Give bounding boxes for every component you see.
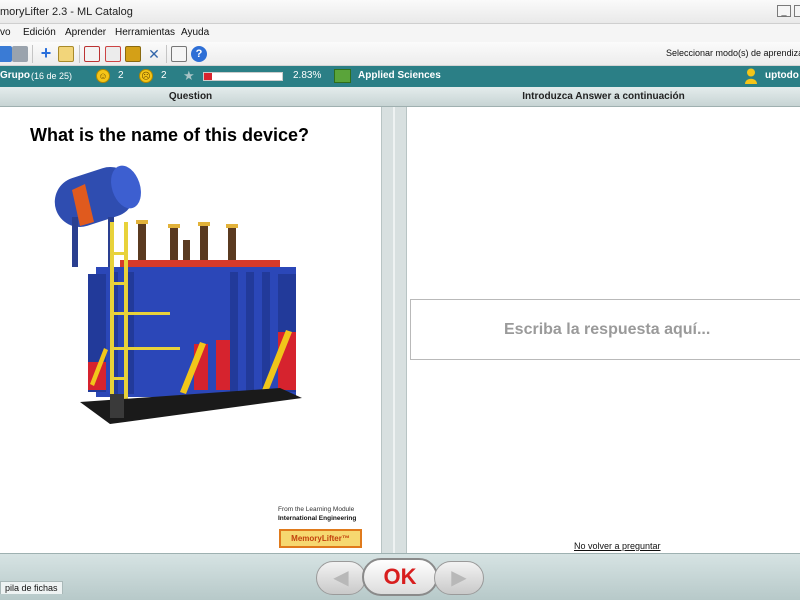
toolbar-separator [79,45,80,63]
toolbar-separator [32,45,33,63]
credit-line-2: International Engineering [278,515,357,522]
question-text: What is the name of this device? [30,125,310,145]
print-icon[interactable] [12,46,28,62]
group-count: (16 de 25) [31,71,73,81]
card-icon[interactable] [105,46,121,62]
memorylifter-logo: MemoryLifter™ [279,529,362,548]
toolbar: + ✕ ? Seleccionar modo(s) de aprendizaje [0,42,800,66]
progress-label: 2.83% [293,70,322,81]
category-icon [334,69,351,83]
edit-icon[interactable] [58,46,74,62]
learning-mode-label[interactable]: Seleccionar modo(s) de aprendizaje [666,48,800,58]
ok-button[interactable]: OK [362,558,438,596]
neutral-face-icon: ☹ [139,69,153,83]
answer-input[interactable] [410,299,800,360]
question-header: Question [0,87,381,107]
menu-archivo[interactable]: vo [0,27,11,38]
neutral-count: 2 [161,70,167,81]
menu-herramientas[interactable]: Herramientas [115,27,175,38]
status-bar: Grupo (16 de 25) ☺ 2 ☹ 2 ★ 2.83% Applied… [0,66,800,87]
title-bar: moryLifter 2.3 - ML Catalog _ [0,0,800,24]
open-icon[interactable] [0,46,12,62]
add-card-icon[interactable]: + [38,44,54,62]
back-button[interactable]: ◀ [316,561,366,595]
user-icon [745,68,757,84]
credit-line-1: From the Learning Module [278,506,355,513]
happy-face-icon: ☺ [96,69,110,83]
category-label: Applied Sciences [358,70,441,81]
tools-icon[interactable]: ✕ [146,46,162,62]
header-splitter [381,87,407,107]
splitter-grip [393,107,395,553]
user-name[interactable]: uptodo [765,70,799,81]
progress-bar [203,72,283,81]
info-card-icon[interactable] [171,46,187,62]
toolbar-separator [166,45,167,63]
window-title: moryLifter 2.3 - ML Catalog [0,6,133,18]
presentation-icon[interactable] [84,46,100,62]
answer-header: Introduzca Answer a continuación [407,87,800,107]
menu-ayuda[interactable]: Ayuda [181,27,209,38]
progress-fill [204,73,212,80]
minimize-button[interactable]: _ [777,5,791,17]
pane-splitter[interactable] [381,107,407,553]
menu-bar: vo Edición Aprender Herramientas Ayuda [0,24,800,42]
transformer-image [54,165,302,424]
menu-aprender[interactable]: Aprender [65,27,106,38]
box-icon[interactable] [125,46,141,62]
help-icon[interactable]: ? [191,46,207,62]
maximize-button[interactable] [794,5,800,17]
group-label: Grupo [0,70,30,81]
no-ask-again-link[interactable]: No volver a preguntar [574,541,661,551]
next-button[interactable]: ▶ [434,561,484,595]
menu-edicion[interactable]: Edición [23,27,56,38]
happy-count: 2 [118,70,124,81]
star-icon: ★ [183,68,195,83]
card-stack-tab[interactable]: pila de fichas [0,581,63,594]
